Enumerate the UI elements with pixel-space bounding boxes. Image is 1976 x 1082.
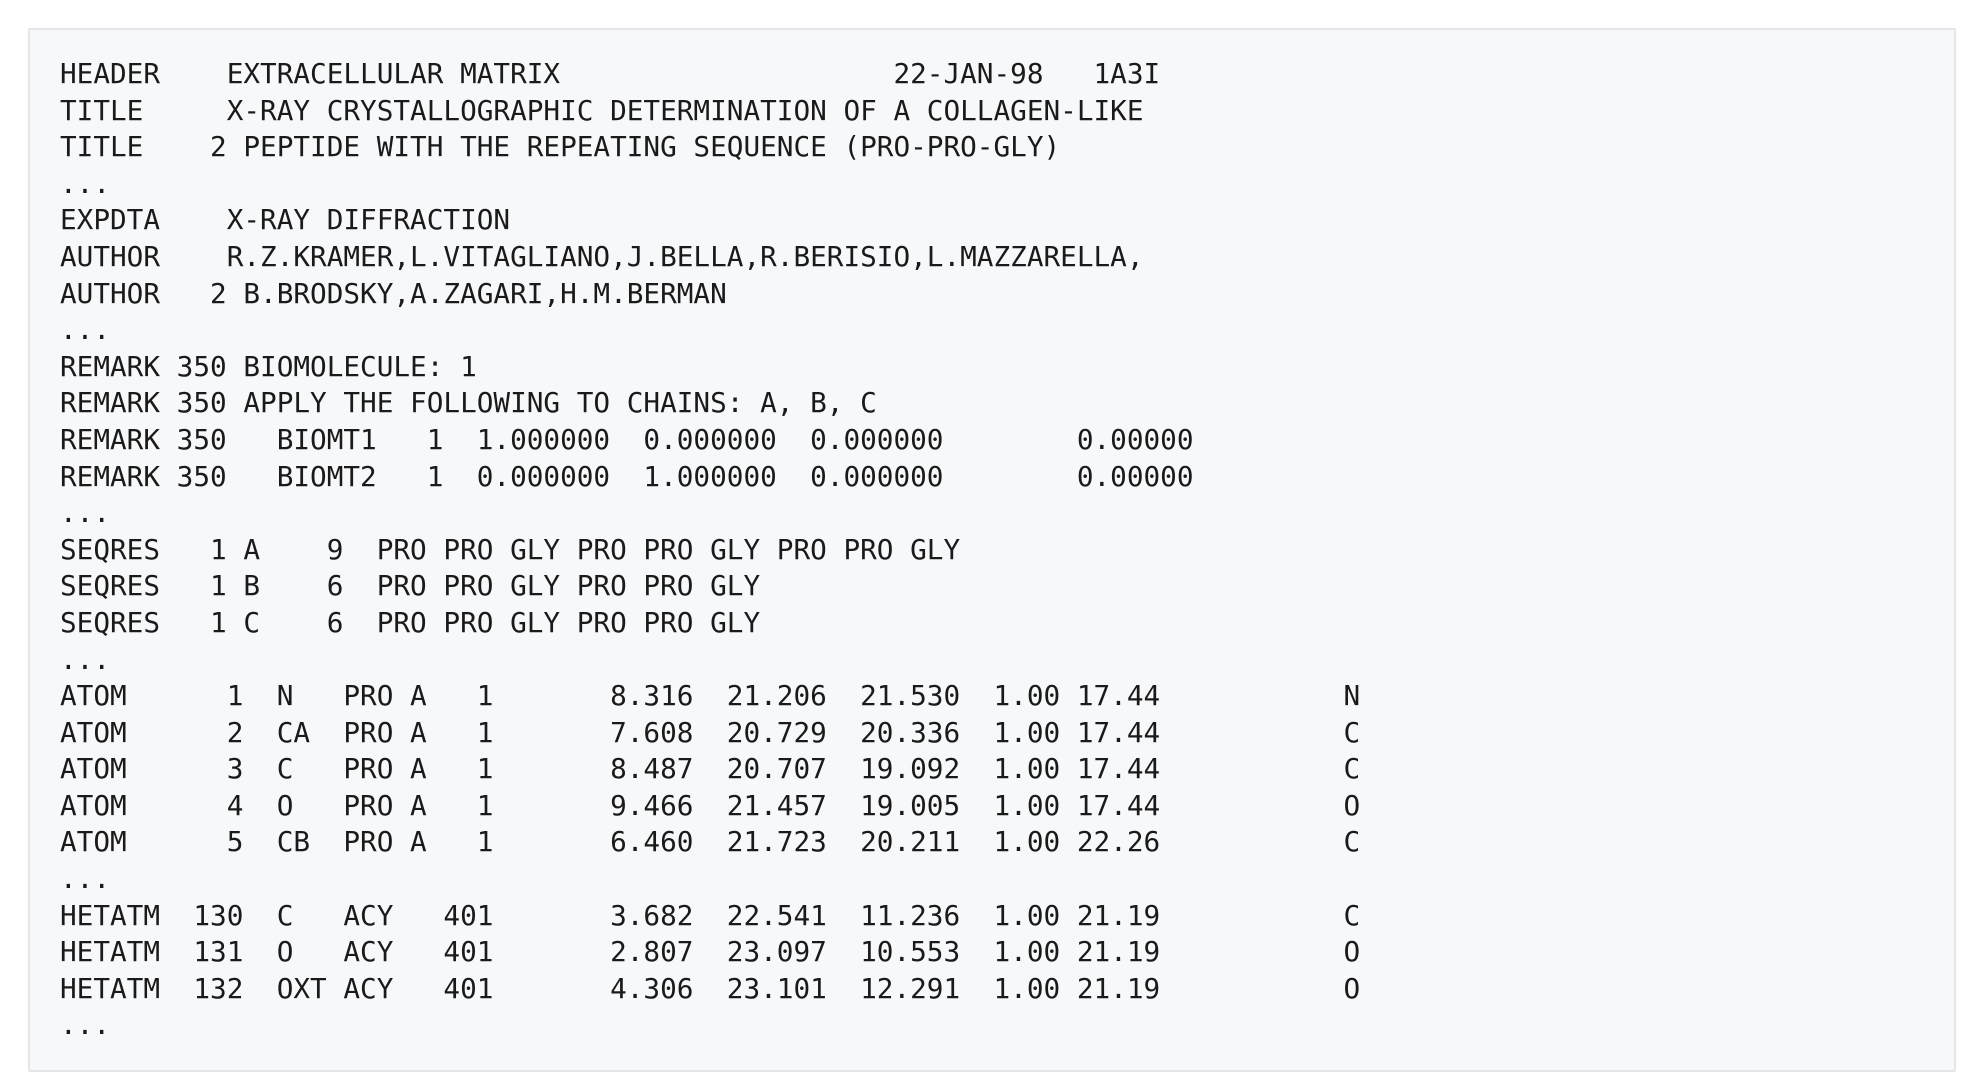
pdb-line-expdta: EXPDTA X-RAY DIFFRACTION bbox=[60, 203, 511, 237]
pdb-line-remark-biomt2: REMARK 350 BIOMT2 1 0.000000 1.000000 0.… bbox=[60, 459, 1194, 493]
pdb-line-seqres-b: SEQRES 1 B 6 PRO PRO GLY PRO PRO GLY bbox=[60, 569, 761, 603]
pdb-line-atom-1: ATOM 1 N PRO A 1 8.316 21.206 21.530 1.0… bbox=[60, 679, 1361, 713]
pdb-line-remark-biomt1: REMARK 350 BIOMT1 1 1.000000 0.000000 0.… bbox=[60, 422, 1194, 456]
pdb-line-hetatm-132: HETATM 132 OXT ACY 401 4.306 23.101 12.2… bbox=[60, 971, 1361, 1005]
pdb-line-ellipsis: ... bbox=[60, 496, 111, 530]
pdb-line-seqres-c: SEQRES 1 C 6 PRO PRO GLY PRO PRO GLY bbox=[60, 605, 761, 639]
pdb-line-title-2: TITLE 2 PEPTIDE WITH THE REPEATING SEQUE… bbox=[60, 130, 1061, 164]
pdb-line-hetatm-131: HETATM 131 O ACY 401 2.807 23.097 10.553… bbox=[60, 935, 1361, 969]
pdb-line-author-1: AUTHOR R.Z.KRAMER,L.VITAGLIANO,J.BELLA,R… bbox=[60, 239, 1144, 273]
pdb-line-ellipsis: ... bbox=[60, 862, 111, 896]
pdb-text: HEADER EXTRACELLULAR MATRIX 22-JAN-98 1A… bbox=[60, 56, 1360, 1044]
pdb-line-atom-5: ATOM 5 CB PRO A 1 6.460 21.723 20.211 1.… bbox=[60, 825, 1361, 859]
pdb-line-atom-3: ATOM 3 C PRO A 1 8.487 20.707 19.092 1.0… bbox=[60, 752, 1361, 786]
pdb-line-remark-chains: REMARK 350 APPLY THE FOLLOWING TO CHAINS… bbox=[60, 386, 877, 420]
pdb-line-atom-4: ATOM 4 O PRO A 1 9.466 21.457 19.005 1.0… bbox=[60, 788, 1361, 822]
pdb-line-author-2: AUTHOR 2 B.BRODSKY,A.ZAGARI,H.M.BERMAN bbox=[60, 276, 727, 310]
pdb-line-atom-2: ATOM 2 CA PRO A 1 7.608 20.729 20.336 1.… bbox=[60, 715, 1361, 749]
pdb-line-hetatm-130: HETATM 130 C ACY 401 3.682 22.541 11.236… bbox=[60, 898, 1361, 932]
pdb-line-ellipsis: ... bbox=[60, 166, 111, 200]
pdb-line-seqres-a: SEQRES 1 A 9 PRO PRO GLY PRO PRO GLY PRO… bbox=[60, 532, 961, 566]
pdb-code-block: HEADER EXTRACELLULAR MATRIX 22-JAN-98 1A… bbox=[28, 28, 1956, 1072]
pdb-line-ellipsis: ... bbox=[60, 642, 111, 676]
pdb-line-header: HEADER EXTRACELLULAR MATRIX 22-JAN-98 1A… bbox=[60, 57, 1161, 90]
pdb-line-title-1: TITLE X-RAY CRYSTALLOGRAPHIC DETERMINATI… bbox=[60, 93, 1144, 127]
pdb-line-ellipsis: ... bbox=[60, 313, 111, 347]
pdb-line-ellipsis: ... bbox=[60, 1008, 111, 1042]
pdb-line-remark-biomolecule: REMARK 350 BIOMOLECULE: 1 bbox=[60, 349, 477, 383]
